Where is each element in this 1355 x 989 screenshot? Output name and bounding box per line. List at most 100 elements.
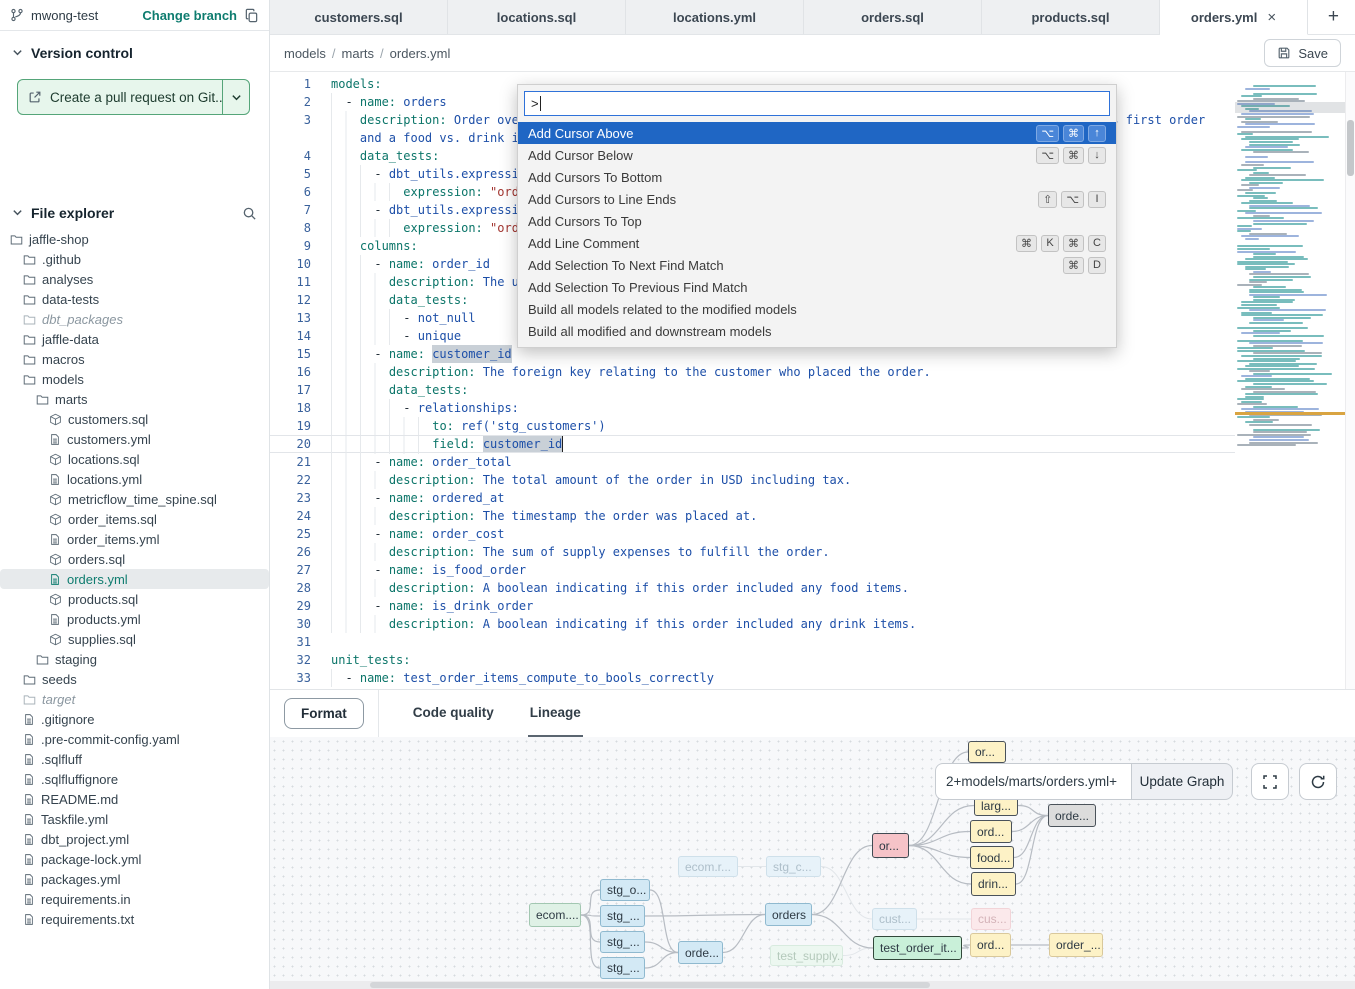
new-tab-button[interactable]: + <box>1308 0 1355 34</box>
breadcrumb-part[interactable]: marts <box>342 46 375 61</box>
minimap[interactable] <box>1235 85 1345 461</box>
file-explorer-header[interactable]: File explorer <box>0 191 269 229</box>
format-button[interactable]: Format <box>284 698 364 729</box>
file-tree-item[interactable]: .sqlfluffignore <box>0 769 269 789</box>
version-control-header[interactable]: Version control <box>0 31 269 69</box>
command-palette-item[interactable]: Add Selection To Previous Find Match <box>518 276 1116 298</box>
change-branch-link[interactable]: Change branch <box>142 8 237 23</box>
file-tree-item[interactable]: supplies.sql <box>0 629 269 649</box>
file-tree-item[interactable]: macros <box>0 349 269 369</box>
file-tree-item[interactable]: locations.sql <box>0 449 269 469</box>
refresh-button[interactable] <box>1299 763 1337 800</box>
lineage-graph[interactable]: 2+models/marts/orders.yml+ Update Graph … <box>270 737 1355 981</box>
command-palette-item[interactable]: Build all modified and downstream models <box>518 320 1116 342</box>
breadcrumb-part[interactable]: models <box>284 46 326 61</box>
file-tree-item[interactable]: Taskfile.yml <box>0 809 269 829</box>
lineage-node[interactable]: or... <box>968 741 1006 763</box>
command-palette-item[interactable]: Add Cursors To Bottom <box>518 166 1116 188</box>
lineage-node[interactable]: stg_c... <box>766 856 821 877</box>
file-tree-item[interactable]: products.yml <box>0 609 269 629</box>
minimap-slider[interactable] <box>1235 102 1345 113</box>
search-icon[interactable] <box>242 206 257 221</box>
command-palette-item[interactable]: Add Cursors To Top <box>518 210 1116 232</box>
editor-tab[interactable]: locations.sql <box>448 0 626 34</box>
file-tree-item[interactable]: packages.yml <box>0 869 269 889</box>
close-icon[interactable]: × <box>1267 9 1276 26</box>
lineage-node[interactable]: orders <box>765 903 812 926</box>
file-tree-item[interactable]: analyses <box>0 269 269 289</box>
file-tree-item[interactable]: products.sql <box>0 589 269 609</box>
file-tree-item[interactable]: metricflow_time_spine.sql <box>0 489 269 509</box>
file-tree-item[interactable]: marts <box>0 389 269 409</box>
file-tree-item[interactable]: requirements.in <box>0 889 269 909</box>
file-tree-item[interactable]: orders.sql <box>0 549 269 569</box>
file-tree-item[interactable]: order_items.sql <box>0 509 269 529</box>
breadcrumb-part[interactable]: orders.yml <box>390 46 451 61</box>
file-tree-item[interactable]: order_items.yml <box>0 529 269 549</box>
file-tree-item[interactable]: orders.yml <box>0 569 269 589</box>
lineage-node[interactable]: stg_o... <box>600 879 650 901</box>
editor-tab[interactable]: customers.sql <box>270 0 448 34</box>
breadcrumb[interactable]: models/marts/orders.yml <box>284 46 450 61</box>
lineage-node[interactable]: stg_... <box>600 931 645 953</box>
file-tree-item[interactable]: data-tests <box>0 289 269 309</box>
lineage-node[interactable]: ecom.r... <box>678 856 738 877</box>
save-button[interactable]: Save <box>1264 39 1341 67</box>
copy-icon[interactable] <box>244 8 259 23</box>
command-palette-item[interactable]: Build all models related to the modified… <box>518 298 1116 320</box>
file-tree-item[interactable]: jaffle-data <box>0 329 269 349</box>
editor-tab[interactable]: locations.yml <box>626 0 804 34</box>
file-tree-item[interactable]: .pre-commit-config.yaml <box>0 729 269 749</box>
lineage-node[interactable]: cus... <box>971 908 1011 930</box>
file-tree-item[interactable]: staging <box>0 649 269 669</box>
horizontal-scrollbar-thumb[interactable] <box>370 982 930 988</box>
command-palette-item[interactable]: Add Cursor Above⌥⌘↑ <box>518 122 1116 144</box>
file-tree-item[interactable]: .sqlfluff <box>0 749 269 769</box>
file-tree-item[interactable]: requirements.txt <box>0 909 269 929</box>
file-tree-item[interactable]: README.md <box>0 789 269 809</box>
lineage-node[interactable]: ord... <box>970 820 1012 843</box>
vertical-scrollbar[interactable] <box>1345 72 1355 689</box>
editor-tab[interactable]: orders.yml× <box>1160 0 1308 35</box>
pr-dropdown-caret[interactable] <box>222 80 249 114</box>
lineage-selector-input[interactable]: 2+models/marts/orders.yml+ <box>935 763 1131 800</box>
command-palette-item[interactable]: Add Cursor Below⌥⌘↓ <box>518 144 1116 166</box>
lineage-node[interactable]: test_supply... <box>770 945 843 966</box>
lineage-node[interactable]: ord... <box>970 933 1011 957</box>
file-tree-item[interactable]: jaffle-shop <box>0 229 269 249</box>
file-tree-item[interactable]: dbt_project.yml <box>0 829 269 849</box>
file-tree-item[interactable]: dbt_packages <box>0 309 269 329</box>
file-tree-item[interactable]: .gitignore <box>0 709 269 729</box>
create-pr-button[interactable]: Create a pull request on Git... <box>17 79 250 115</box>
file-tree-item[interactable]: target <box>0 689 269 709</box>
update-graph-button[interactable]: Update Graph <box>1131 763 1233 800</box>
file-tree-item[interactable]: seeds <box>0 669 269 689</box>
lineage-node[interactable]: or... <box>872 833 909 858</box>
command-palette-item[interactable]: Add Selection To Next Find Match⌘D <box>518 254 1116 276</box>
command-palette-item[interactable]: Add Line Comment⌘K⌘C <box>518 232 1116 254</box>
file-tree-item[interactable]: locations.yml <box>0 469 269 489</box>
file-tree-item[interactable]: .github <box>0 249 269 269</box>
file-tree-item[interactable]: package-lock.yml <box>0 849 269 869</box>
lineage-node[interactable]: order_... <box>1049 933 1103 957</box>
lineage-node[interactable]: ecom.... <box>529 903 581 927</box>
file-tree-item[interactable]: customers.sql <box>0 409 269 429</box>
file-tree-item[interactable]: customers.yml <box>0 429 269 449</box>
editor-tab[interactable]: products.sql <box>982 0 1160 34</box>
lineage-node[interactable]: drin... <box>971 872 1016 896</box>
command-palette-item[interactable]: Add Cursors to Line Ends⇧⌥I <box>518 188 1116 210</box>
horizontal-scrollbar[interactable] <box>270 981 1355 989</box>
editor-tab[interactable]: orders.sql <box>804 0 982 34</box>
fullscreen-button[interactable] <box>1251 763 1289 800</box>
code-editor[interactable]: 1models:2- name: orders3description: Ord… <box>270 72 1355 689</box>
file-tree-item[interactable]: models <box>0 369 269 389</box>
lineage-node[interactable]: stg_... <box>600 957 645 979</box>
panel-tab-code-quality[interactable]: Code quality <box>411 690 496 738</box>
lineage-node[interactable]: test_order_it... <box>873 936 962 960</box>
lineage-node[interactable]: orde... <box>1048 804 1096 827</box>
lineage-node[interactable]: stg_... <box>600 905 645 927</box>
panel-tab-lineage[interactable]: Lineage <box>528 690 583 738</box>
command-palette-input[interactable]: > <box>524 91 1110 116</box>
vertical-scrollbar-thumb[interactable] <box>1347 120 1354 176</box>
lineage-node[interactable]: cust... <box>872 908 917 930</box>
